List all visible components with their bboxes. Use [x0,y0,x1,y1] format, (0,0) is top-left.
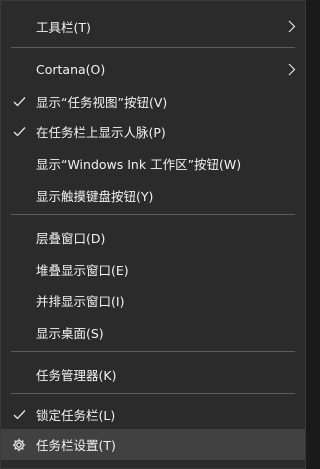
check-icon [12,407,26,421]
menu-item-label: 堆叠显示窗口(E) [36,262,129,278]
menu-separator [11,47,295,48]
menu-item-label: 层叠窗口(D) [36,230,106,246]
menu-item-taskbar-settings[interactable]: 任务栏设置(T) [1,429,305,460]
menu-item-show-touch-keyboard-button[interactable]: 显示触摸键盘按钮(Y) [1,180,305,210]
menu-item-label: 显示触摸键盘按钮(Y) [36,188,154,204]
chevron-right-icon [287,19,297,33]
menu-item-label: 工具栏(T) [36,19,91,35]
menu-item-label: 在任务栏上显示人脉(P) [36,124,166,140]
gear-icon [12,438,26,452]
menu-item-label: Cortana(O) [36,61,106,77]
menu-separator [11,214,295,215]
menu-item-stack-windows[interactable]: 堆叠显示窗口(E) [1,254,305,284]
menu-item-side-by-side-windows[interactable]: 并排显示窗口(I) [1,285,305,315]
menu-item-label: 任务栏设置(T) [36,438,116,453]
menu-item-label: 显示“任务视图”按钮(V) [36,94,168,110]
menu-item-label: 并排显示窗口(I) [36,293,125,309]
menu-separator [11,393,295,394]
menu-item-show-people[interactable]: 在任务栏上显示人脉(P) [1,116,305,146]
menu-item-cascade-windows[interactable]: 层叠窗口(D) [1,222,305,252]
check-icon [12,124,26,138]
menu-item-task-manager[interactable]: 任务管理器(K) [1,359,305,389]
menu-item-show-desktop[interactable]: 显示桌面(S) [1,317,305,347]
menu-item-label: 显示桌面(S) [36,325,104,341]
chevron-right-icon [287,62,297,76]
menu-item-show-task-view-button[interactable]: 显示“任务视图”按钮(V) [1,86,305,116]
menu-separator [11,351,295,352]
menu-item-cortana[interactable]: Cortana(O) [1,54,305,84]
taskbar-context-menu: 工具栏(T) Cortana(O) 显示“任务视图”按钮(V) 在任务栏上显示人… [0,0,306,469]
menu-item-label: 显示“Windows Ink 工作区”按钮(W) [36,156,242,172]
menu-item-label: 任务管理器(K) [36,367,117,383]
check-icon [12,94,26,108]
menu-item-label: 锁定任务栏(L) [36,407,116,423]
menu-item-toolbars[interactable]: 工具栏(T) [1,11,305,41]
menu-item-lock-taskbar[interactable]: 锁定任务栏(L) [1,399,305,429]
menu-item-show-windows-ink-button[interactable]: 显示“Windows Ink 工作区”按钮(W) [1,148,305,178]
